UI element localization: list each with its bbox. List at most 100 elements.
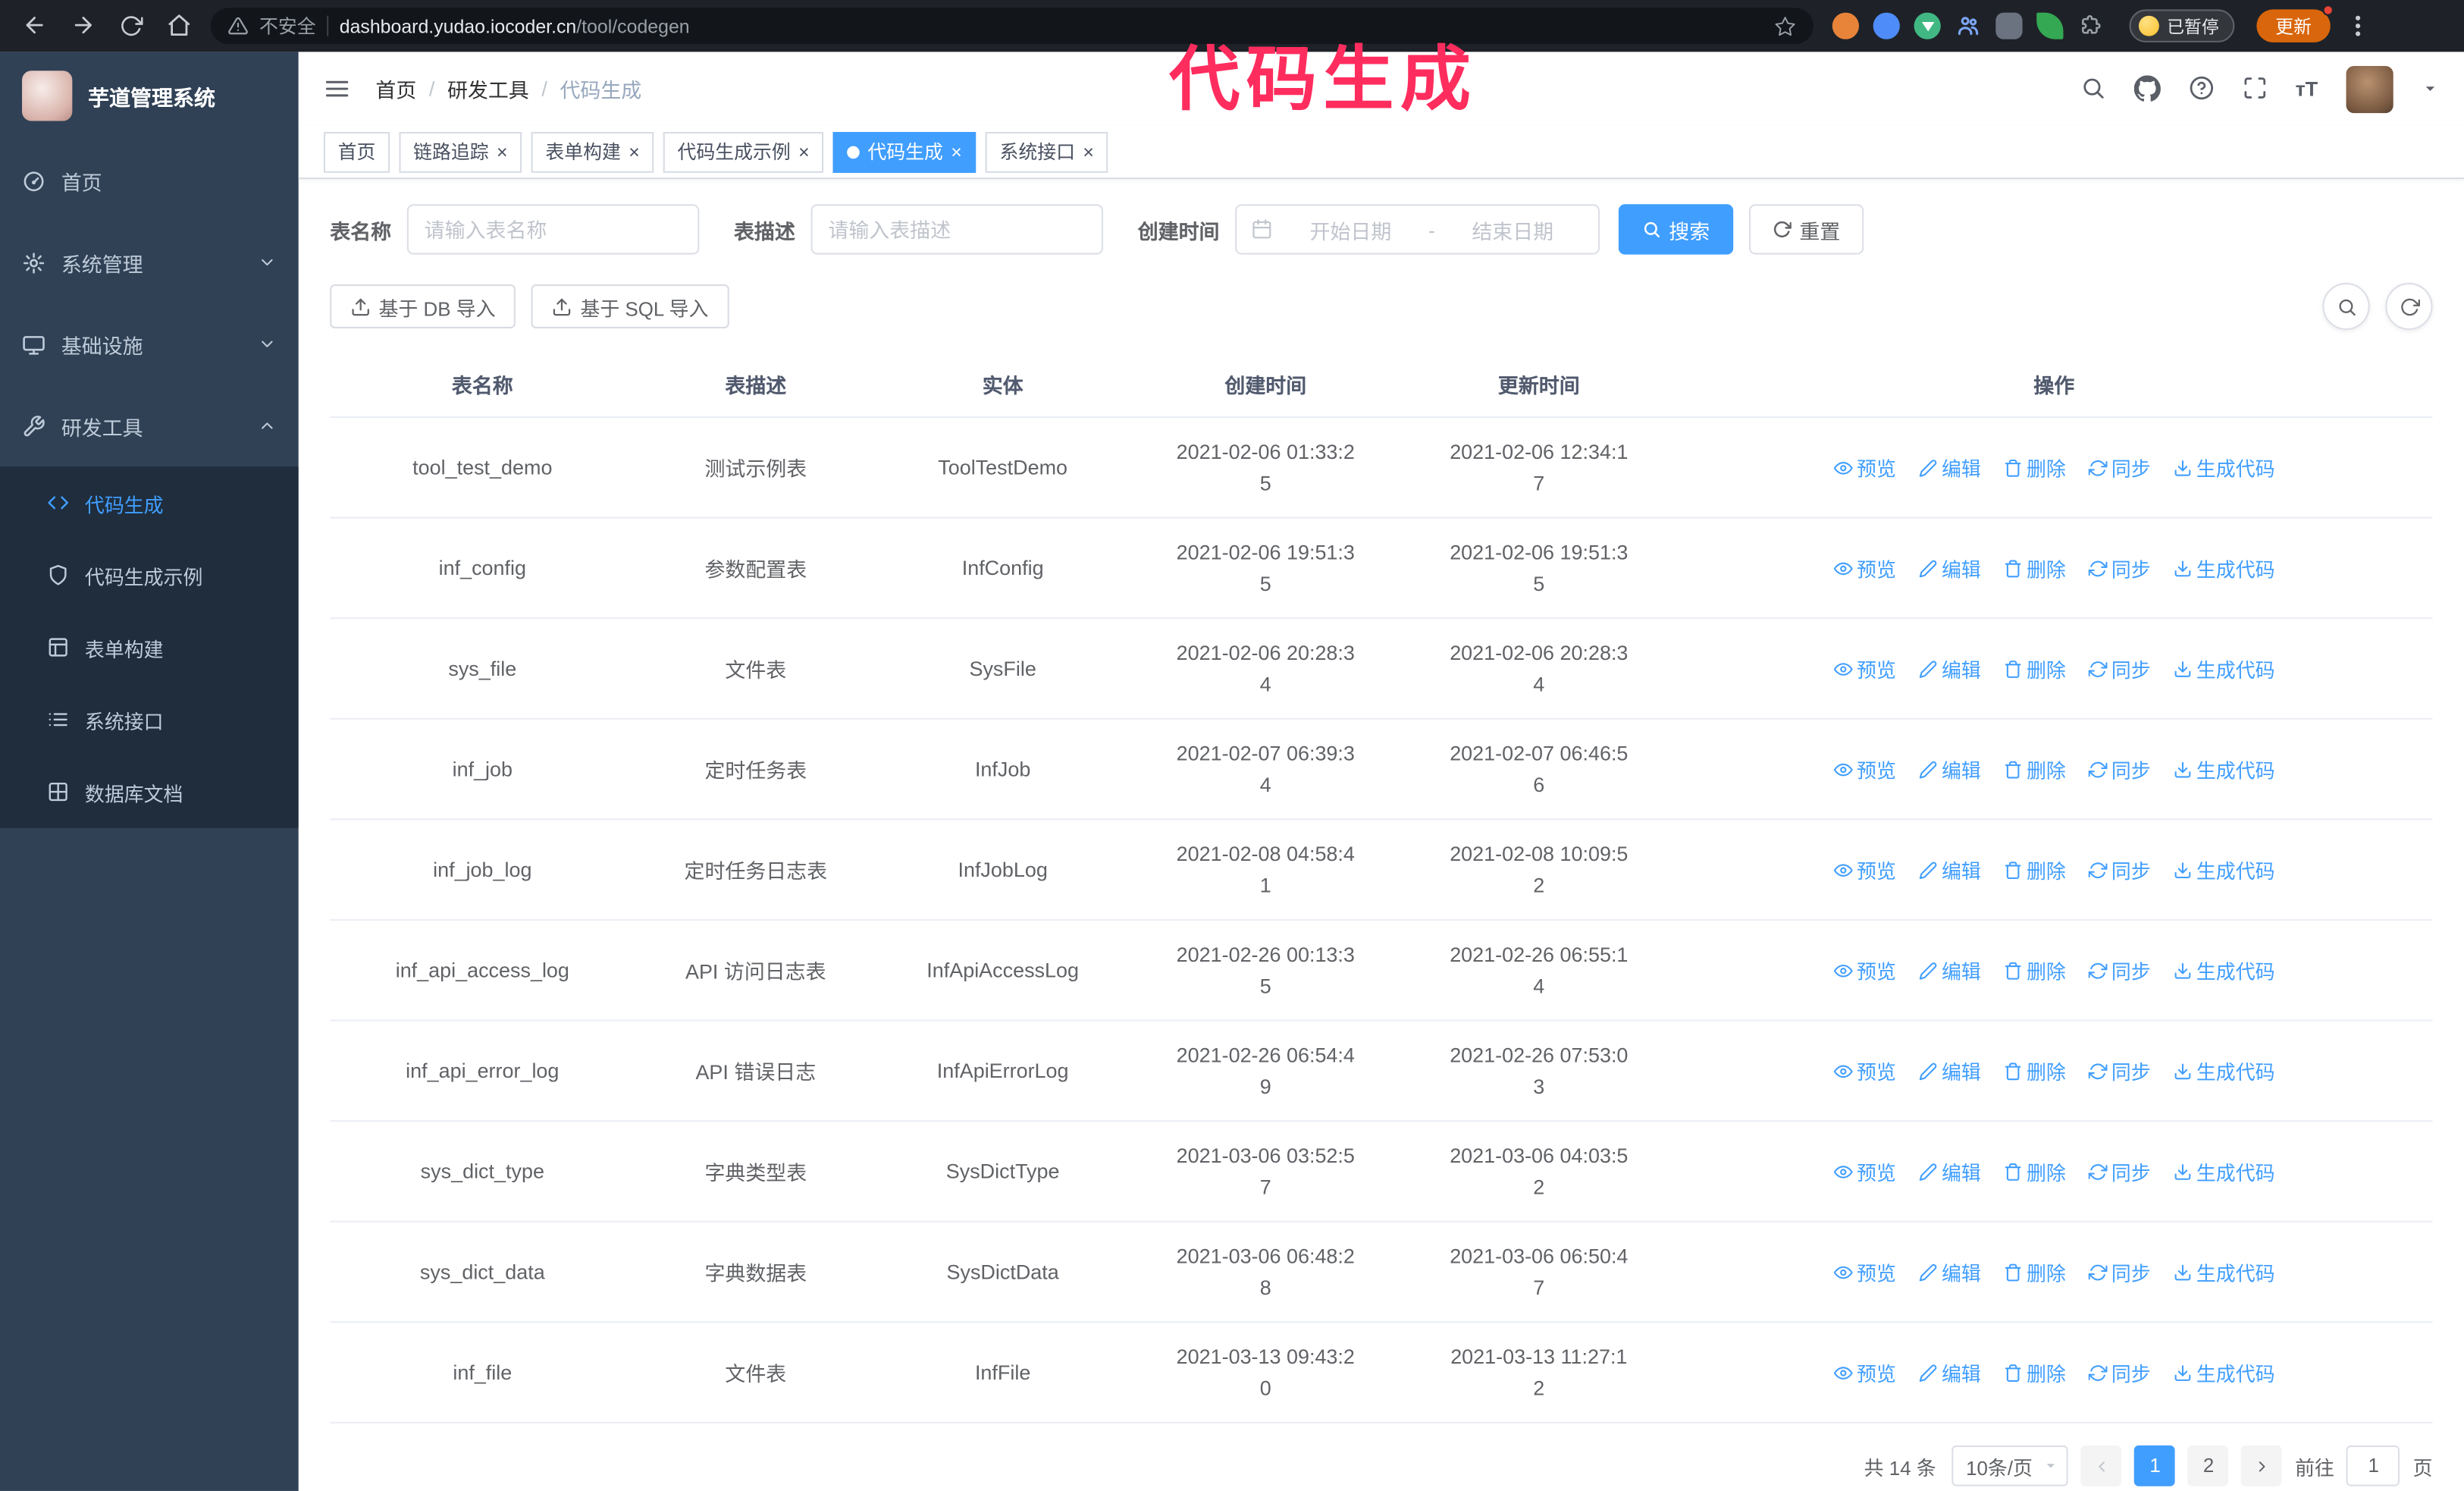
preview-link[interactable]: 预览 [1833, 654, 1896, 683]
browser-extension-icon[interactable] [1995, 12, 2023, 39]
generate-code-link[interactable]: 生成代码 [2173, 654, 2275, 683]
sync-link[interactable]: 同步 [2088, 1257, 2151, 1286]
edit-link[interactable]: 编辑 [1918, 855, 1981, 884]
help-icon[interactable] [2189, 74, 2214, 102]
tab-codegen-example[interactable]: 代码生成示例 × [663, 130, 824, 172]
page-button-1[interactable]: 1 [2134, 1445, 2176, 1486]
edit-link[interactable]: 编辑 [1918, 453, 1981, 482]
preview-link[interactable]: 预览 [1833, 754, 1896, 783]
generate-code-link[interactable]: 生成代码 [2173, 1157, 2275, 1186]
browser-menu-button[interactable] [2355, 15, 2361, 36]
generate-code-link[interactable]: 生成代码 [2173, 754, 2275, 783]
generate-code-link[interactable]: 生成代码 [2173, 956, 2275, 985]
edit-link[interactable]: 编辑 [1918, 654, 1981, 683]
table-name-input[interactable] [406, 204, 700, 255]
preview-link[interactable]: 预览 [1833, 1157, 1896, 1186]
import-from-db-button[interactable]: 基于 DB 导入 [330, 284, 516, 328]
preview-link[interactable]: 预览 [1833, 1056, 1896, 1085]
sync-link[interactable]: 同步 [2088, 553, 2151, 582]
preview-link[interactable]: 预览 [1833, 1257, 1896, 1286]
end-date-placeholder[interactable]: 结束日期 [1441, 215, 1584, 244]
bookmark-star-icon[interactable] [1774, 14, 1796, 38]
search-button[interactable]: 搜索 [1618, 204, 1734, 255]
sidebar-item-dev-tools[interactable]: 研发工具 [0, 385, 299, 467]
edit-link[interactable]: 编辑 [1918, 956, 1981, 985]
tab-close-icon[interactable]: × [798, 142, 810, 161]
preview-link[interactable]: 预览 [1833, 956, 1896, 985]
preview-link[interactable]: 预览 [1833, 1358, 1896, 1387]
fullscreen-icon[interactable] [2242, 74, 2267, 102]
sidebar-subitem-system-api[interactable]: 系统接口 [0, 683, 299, 755]
edit-link[interactable]: 编辑 [1918, 1358, 1981, 1387]
extensions-puzzle-icon[interactable] [2077, 13, 2104, 39]
tab-close-icon[interactable]: × [629, 142, 640, 161]
delete-link[interactable]: 删除 [2003, 654, 2066, 683]
sidebar-subitem-form-builder[interactable]: 表单构建 [0, 611, 299, 683]
app-logo[interactable]: 芋道管理系统 [0, 52, 299, 140]
toggle-search-button[interactable] [2322, 282, 2370, 331]
delete-link[interactable]: 删除 [2003, 553, 2066, 582]
sidebar-toggle-button[interactable] [324, 75, 350, 102]
sync-link[interactable]: 同步 [2088, 654, 2151, 683]
sidebar-subitem-codegen[interactable]: 代码生成 [0, 466, 299, 538]
address-bar[interactable]: 不安全 dashboard.yudao.iocoder.cn/tool/code… [210, 8, 1814, 45]
table-desc-input[interactable] [810, 204, 1104, 255]
sidebar-item-system-management[interactable]: 系统管理 [0, 221, 299, 303]
browser-reload-button[interactable] [120, 12, 143, 40]
browser-extension-icon[interactable] [1873, 12, 1900, 39]
user-avatar[interactable] [2346, 64, 2393, 113]
sync-link[interactable]: 同步 [2088, 754, 2151, 783]
delete-link[interactable]: 删除 [2003, 1358, 2066, 1387]
delete-link[interactable]: 删除 [2003, 1157, 2066, 1186]
browser-back-button[interactable] [22, 12, 47, 40]
font-size-icon[interactable]: тT [2296, 77, 2318, 101]
edit-link[interactable]: 编辑 [1918, 1056, 1981, 1085]
page-button-2[interactable]: 2 [2188, 1445, 2230, 1486]
sync-link[interactable]: 同步 [2088, 1157, 2151, 1186]
tab-codegen[interactable]: 代码生成 × [832, 130, 977, 172]
generate-code-link[interactable]: 生成代码 [2173, 1257, 2275, 1286]
edit-link[interactable]: 编辑 [1918, 1157, 1981, 1186]
delete-link[interactable]: 删除 [2003, 855, 2066, 884]
browser-update-button[interactable]: 更新 [2256, 5, 2334, 42]
browser-extension-icon[interactable] [2036, 12, 2064, 39]
sync-link[interactable]: 同步 [2088, 956, 2151, 985]
page-size-select[interactable]: 10条/页 [1951, 1445, 2069, 1486]
breadcrumb-dev-tools[interactable]: 研发工具 [447, 74, 529, 103]
generate-code-link[interactable]: 生成代码 [2173, 453, 2275, 482]
browser-forward-button[interactable] [71, 12, 96, 40]
preview-link[interactable]: 预览 [1833, 453, 1896, 482]
delete-link[interactable]: 删除 [2003, 754, 2066, 783]
paused-badge[interactable]: 已暂停 [2129, 9, 2235, 42]
sync-link[interactable]: 同步 [2088, 1056, 2151, 1085]
sidebar-item-home[interactable]: 首页 [0, 140, 299, 221]
goto-page-input[interactable] [2346, 1445, 2401, 1486]
breadcrumb-home[interactable]: 首页 [375, 74, 416, 103]
sync-link[interactable]: 同步 [2088, 855, 2151, 884]
date-range-picker[interactable]: 开始日期 - 结束日期 [1235, 204, 1600, 255]
delete-link[interactable]: 删除 [2003, 453, 2066, 482]
tab-close-icon[interactable]: × [951, 142, 962, 161]
edit-link[interactable]: 编辑 [1918, 553, 1981, 582]
generate-code-link[interactable]: 生成代码 [2173, 855, 2275, 884]
edit-link[interactable]: 编辑 [1918, 754, 1981, 783]
tab-trace[interactable]: 链路追踪 × [399, 130, 522, 172]
sidebar-item-infrastructure[interactable]: 基础设施 [0, 303, 299, 385]
user-menu-caret-icon[interactable] [2422, 74, 2439, 102]
sync-link[interactable]: 同步 [2088, 1358, 2151, 1387]
prev-page-button[interactable] [2081, 1445, 2123, 1486]
sidebar-subitem-codegen-example[interactable]: 代码生成示例 [0, 539, 299, 611]
browser-home-button[interactable] [167, 12, 192, 40]
sync-link[interactable]: 同步 [2088, 453, 2151, 482]
reset-button[interactable]: 重置 [1749, 204, 1864, 255]
next-page-button[interactable] [2241, 1445, 2283, 1486]
delete-link[interactable]: 删除 [2003, 956, 2066, 985]
vue-devtools-extension-icon[interactable] [1914, 12, 1941, 39]
delete-link[interactable]: 删除 [2003, 1056, 2066, 1085]
preview-link[interactable]: 预览 [1833, 855, 1896, 884]
refresh-table-button[interactable] [2385, 282, 2433, 331]
import-from-sql-button[interactable]: 基于 SQL 导入 [531, 284, 729, 328]
generate-code-link[interactable]: 生成代码 [2173, 1358, 2275, 1387]
start-date-placeholder[interactable]: 开始日期 [1279, 215, 1422, 244]
tab-close-icon[interactable]: × [1083, 142, 1094, 161]
